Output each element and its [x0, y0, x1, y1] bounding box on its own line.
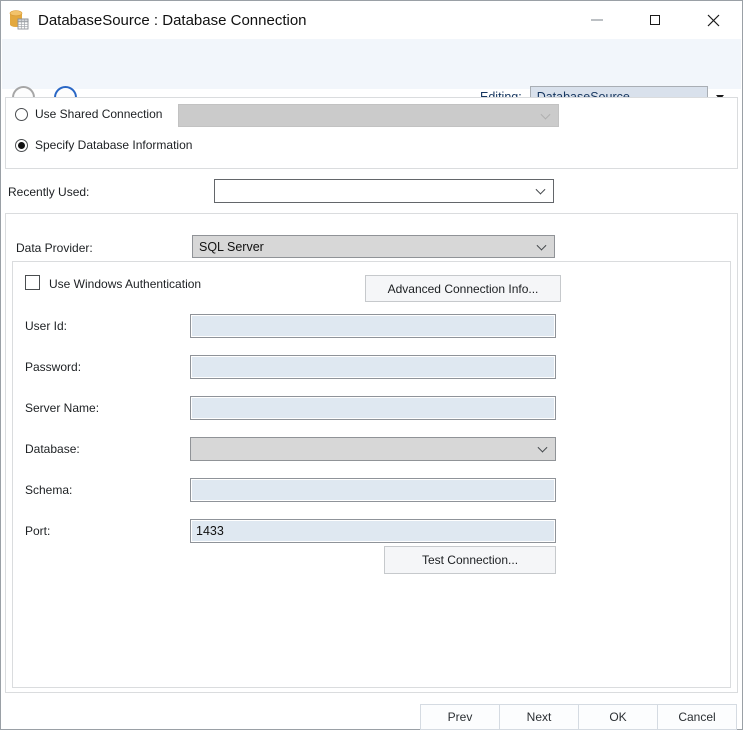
server-name-label: Server Name: — [25, 401, 99, 415]
chevron-down-icon — [541, 109, 551, 119]
password-label: Password: — [25, 360, 81, 374]
close-icon — [707, 14, 720, 27]
data-provider-value: SQL Server — [193, 240, 264, 254]
chevron-down-icon — [537, 240, 547, 250]
data-provider-label: Data Provider: — [16, 241, 93, 255]
prev-button[interactable]: Prev — [420, 704, 500, 730]
shared-connection-combobox — [178, 104, 559, 127]
windows-auth-checkbox[interactable] — [25, 275, 40, 290]
password-input[interactable] — [190, 355, 556, 379]
minimize-button[interactable] — [568, 1, 626, 39]
ok-button[interactable]: OK — [578, 704, 658, 730]
chevron-down-icon — [538, 443, 548, 453]
windows-auth-label: Use Windows Authentication — [49, 277, 201, 291]
close-button[interactable] — [684, 1, 742, 39]
dialog-window: DatabaseSource : Database Connection ← → — [0, 0, 743, 730]
specify-database-radio[interactable] — [15, 139, 28, 152]
use-shared-connection-label: Use Shared Connection — [35, 107, 162, 121]
advanced-connection-info-button[interactable]: Advanced Connection Info... — [365, 275, 561, 302]
cancel-button[interactable]: Cancel — [657, 704, 737, 730]
server-name-input[interactable] — [190, 396, 556, 420]
window-title: DatabaseSource : Database Connection — [38, 12, 307, 29]
specify-database-label: Specify Database Information — [35, 138, 192, 152]
use-shared-connection-radio[interactable] — [15, 108, 28, 121]
test-connection-button[interactable]: Test Connection... — [384, 546, 556, 574]
port-input[interactable] — [190, 519, 556, 543]
user-id-input[interactable] — [190, 314, 556, 338]
user-id-label: User Id: — [25, 319, 67, 333]
connection-mode-group: Use Shared Connection Specify Database I… — [5, 97, 738, 169]
schema-label: Schema: — [25, 483, 72, 497]
port-label: Port: — [25, 524, 50, 538]
maximize-button[interactable] — [626, 1, 684, 39]
chevron-down-icon — [536, 185, 546, 195]
credentials-group: Use Windows Authentication Advanced Conn… — [12, 261, 731, 688]
recently-used-combobox[interactable] — [214, 179, 554, 203]
window-controls — [568, 1, 742, 39]
data-provider-combobox[interactable]: SQL Server — [192, 235, 555, 258]
recently-used-label: Recently Used: — [8, 185, 89, 199]
navigation-toolbar: ← → Editing: DatabaseSource — [2, 39, 741, 89]
footer-button-bar: Prev Next OK Cancel — [420, 704, 737, 730]
database-table-icon — [9, 10, 29, 30]
title-bar[interactable]: DatabaseSource : Database Connection — [1, 1, 742, 39]
database-info-group: Data Provider: SQL Server Use Windows Au… — [5, 213, 738, 693]
next-button[interactable]: Next — [499, 704, 579, 730]
minimize-icon — [591, 19, 603, 21]
database-combobox[interactable] — [190, 437, 556, 461]
schema-input[interactable] — [190, 478, 556, 502]
database-label: Database: — [25, 442, 80, 456]
maximize-icon — [650, 15, 660, 25]
